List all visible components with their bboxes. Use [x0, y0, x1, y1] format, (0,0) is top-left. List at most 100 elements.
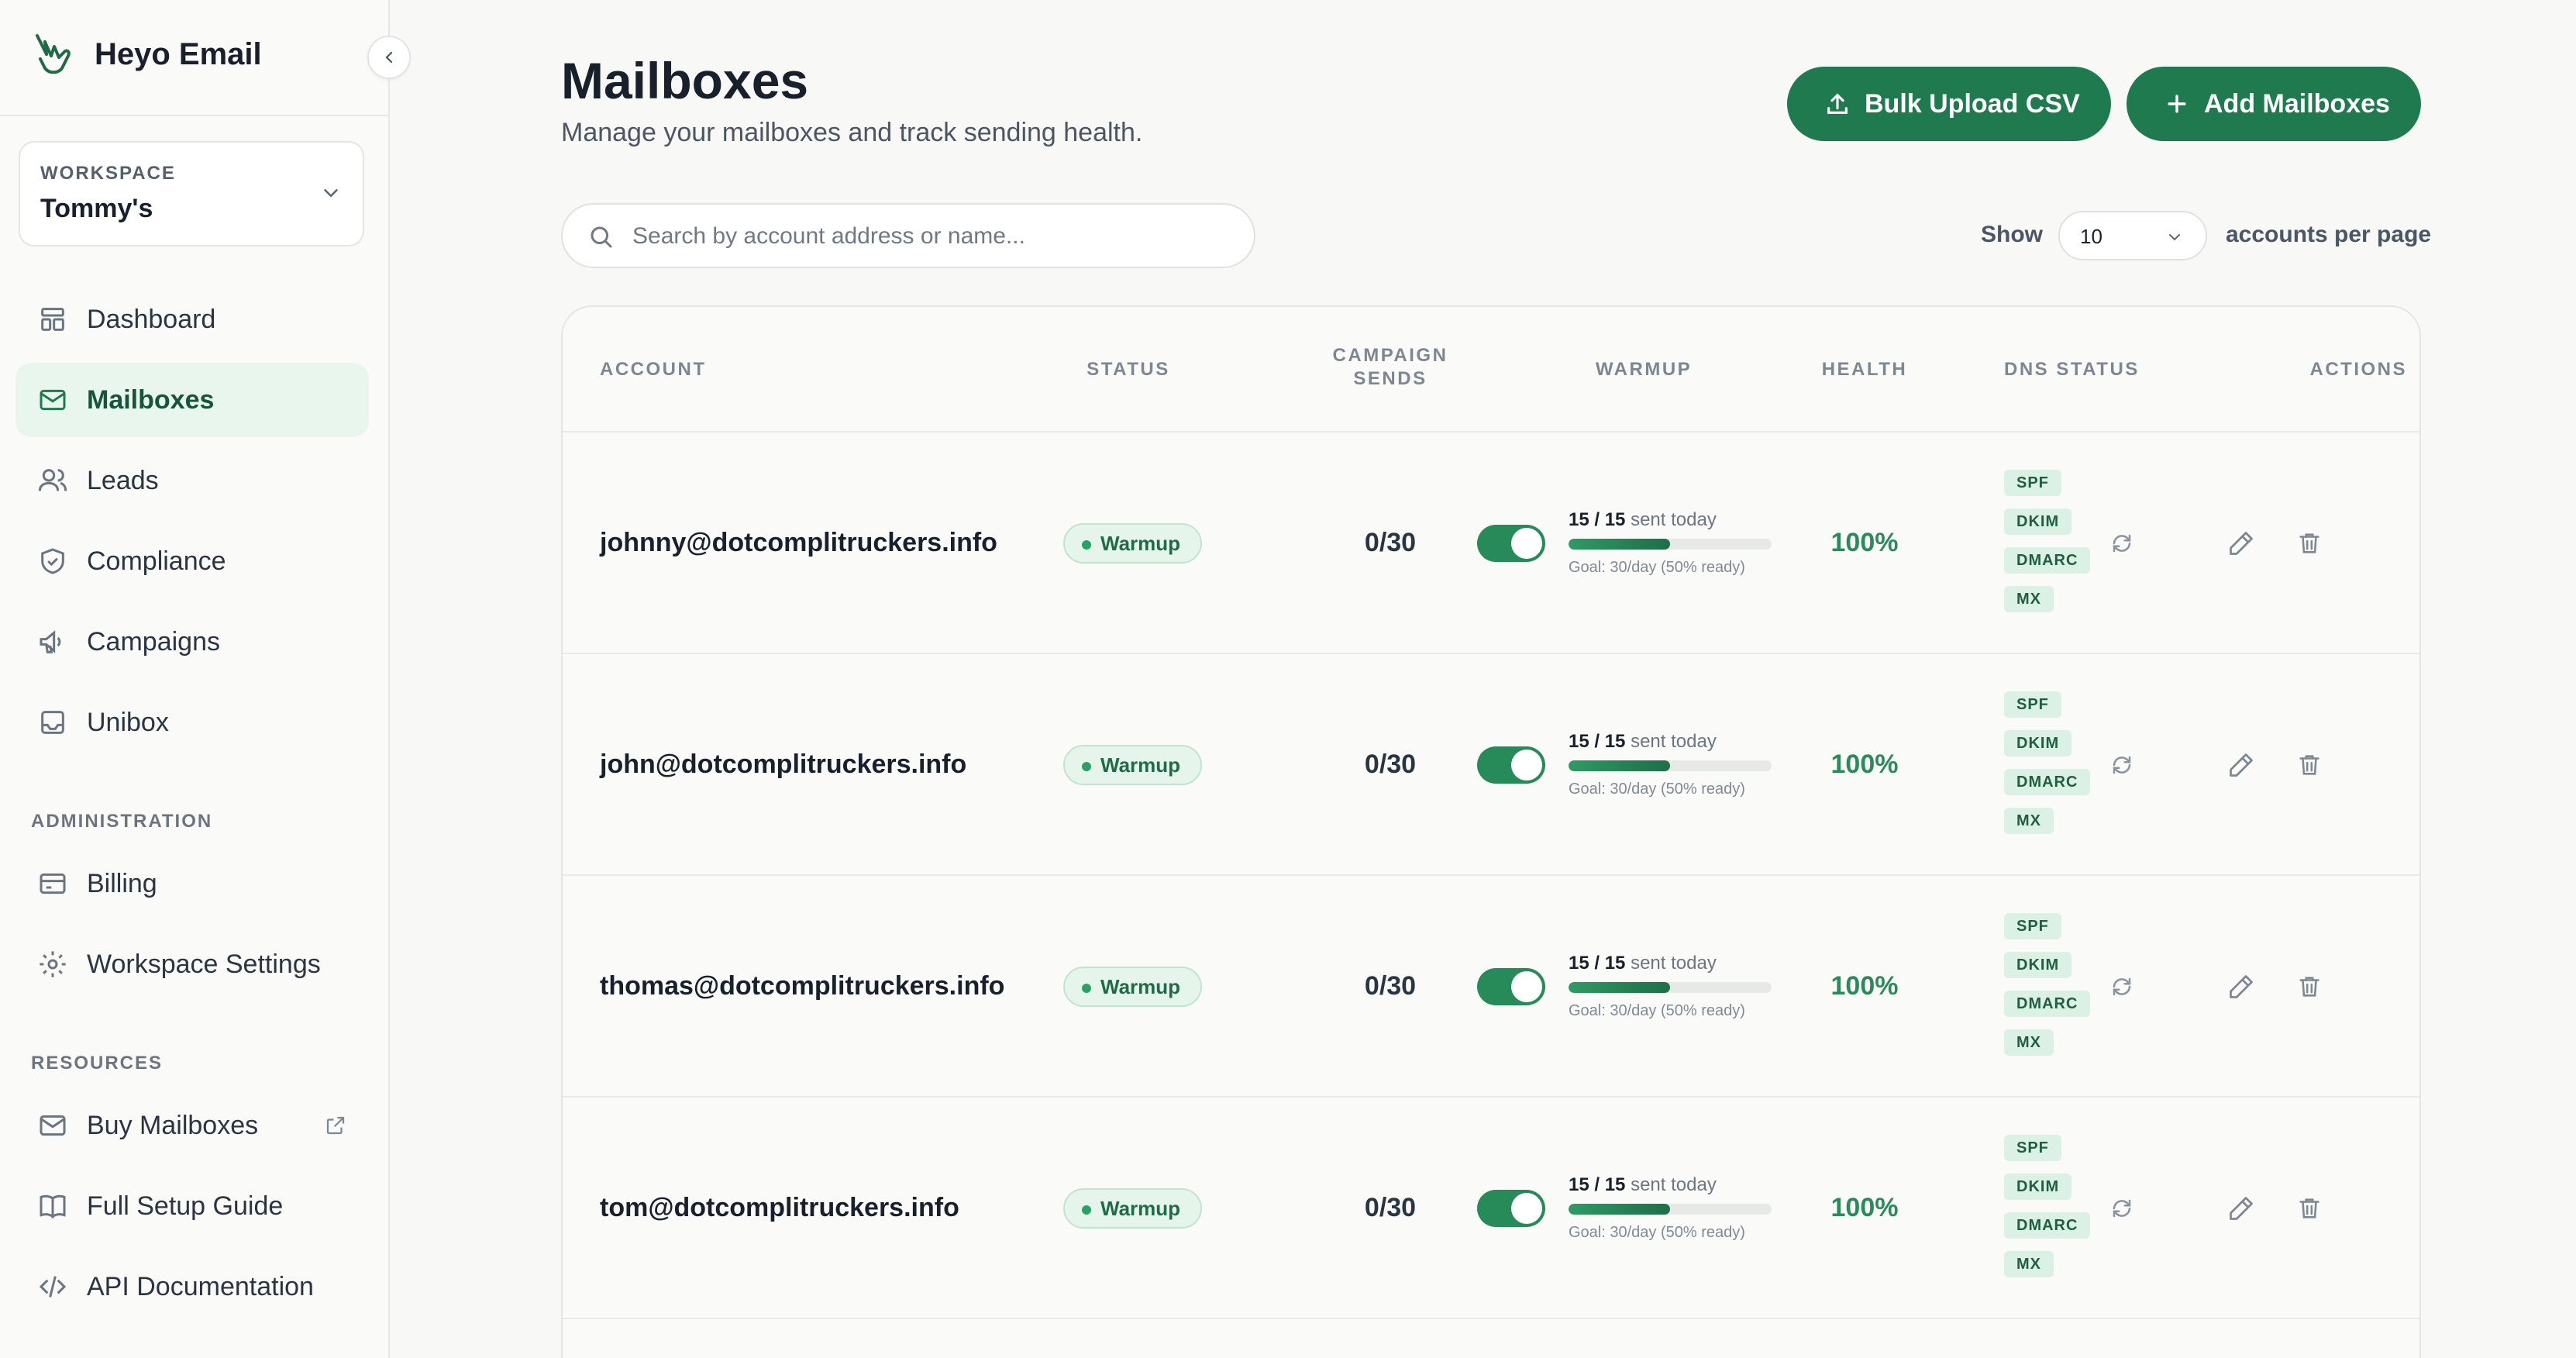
column-header-campaign-sends-line2: SENDS	[1353, 368, 1427, 389]
sidebar-item-mailboxes[interactable]: Mailboxes	[15, 363, 369, 437]
column-header-campaign-sends[interactable]: CAMPAIGN SENDS	[1305, 344, 1476, 391]
warmup-sent-count: 15 / 15	[1569, 509, 1626, 530]
users-icon	[38, 469, 67, 491]
edit-button[interactable]	[2226, 971, 2257, 1002]
sidebar-item-label: Dashboard	[87, 304, 216, 334]
pencil-icon	[2230, 975, 2253, 998]
warmup-sent-suffix: sent today	[1631, 731, 1717, 752]
status-badge: Warmup	[1063, 1188, 1203, 1229]
column-header-dns-status[interactable]: DNS STATUS	[2004, 358, 2140, 381]
warmup-goal-text: Goal: 30/day (50% ready)	[1569, 781, 1745, 798]
per-page-suffix: accounts per page	[2226, 222, 2432, 247]
dns-badge-mx: MX	[2004, 586, 2054, 612]
campaign-sends-value: 0/30	[1364, 528, 1417, 557]
warmup-sent-text: 15 / 15 sent today	[1569, 509, 1717, 531]
warmup-toggle[interactable]	[1477, 746, 1545, 784]
sidebar-item-unibox[interactable]: Unibox	[15, 685, 369, 760]
add-mailboxes-button[interactable]: Add Mailboxes	[2127, 67, 2421, 141]
sidebar-item-campaigns[interactable]: Campaigns	[15, 605, 369, 679]
dns-badge-spf: SPF	[2004, 691, 2061, 718]
warmup-progress-fill	[1569, 760, 1670, 771]
table-row[interactable]: johnny@dotcomplitruckers.info Warmup 0/30 1…	[563, 433, 2419, 654]
sidebar-item-full-setup-guide[interactable]: Full Setup Guide	[15, 1169, 369, 1243]
sidebar: Heyo Email WORKSPACE Tommy's Dashboard M…	[0, 0, 390, 1358]
status-dot	[1082, 1205, 1091, 1215]
pencil-icon	[2230, 532, 2253, 555]
edit-button[interactable]	[2226, 528, 2257, 559]
warmup-toggle[interactable]	[1477, 1190, 1545, 1227]
dns-badge-dkim: DKIM	[2004, 952, 2072, 978]
warmup-toggle[interactable]	[1477, 525, 1545, 562]
collapse-sidebar-button[interactable]	[367, 36, 411, 79]
status-dot	[1082, 984, 1091, 993]
warmup-toggle[interactable]	[1477, 968, 1545, 1005]
credit-card-icon	[40, 873, 66, 894]
search-input[interactable]	[632, 217, 1237, 256]
account-address[interactable]: thomas@dotcomplitruckers.info	[600, 971, 1004, 1001]
column-header-warmup[interactable]: WARMUP	[1547, 358, 1741, 381]
sidebar-item-api-documentation[interactable]: API Documentation	[15, 1249, 369, 1324]
external-link-icon	[326, 1116, 345, 1135]
trash-icon	[2299, 533, 2319, 553]
campaign-sends-value: 0/30	[1364, 1193, 1417, 1222]
health-value: 100%	[1830, 971, 1899, 1001]
column-header-actions: ACTIONS	[2309, 359, 2407, 380]
refresh-icon	[2113, 534, 2131, 553]
warmup-sent-suffix: sent today	[1631, 1174, 1717, 1195]
pencil-icon	[2230, 753, 2253, 777]
dns-badge-mx: MX	[2004, 1251, 2054, 1277]
health-value: 100%	[1830, 750, 1899, 779]
inbox-icon	[41, 711, 64, 734]
delete-button[interactable]	[2294, 750, 2325, 781]
upload-icon	[1827, 93, 1848, 114]
brand[interactable]: Heyo Email	[31, 28, 262, 81]
toggle-knob	[1511, 971, 1542, 1002]
refresh-dns-button[interactable]	[2106, 528, 2137, 559]
delete-button[interactable]	[2294, 1193, 2325, 1224]
table-row[interactable]: thomas@dotcomplitruckers.info Warmup 0/30 1…	[563, 876, 2419, 1098]
refresh-dns-button[interactable]	[2106, 971, 2137, 1002]
campaign-sends-value: 0/30	[1364, 750, 1417, 779]
health-value: 100%	[1830, 528, 1899, 557]
sidebar-item-leads[interactable]: Leads	[15, 443, 369, 518]
column-header-health[interactable]: HEALTH	[1779, 358, 1950, 381]
chevron-down-icon	[2169, 234, 2180, 241]
refresh-icon	[2113, 756, 2131, 774]
sidebar-item-dashboard[interactable]: Dashboard	[15, 282, 369, 357]
trash-icon	[2299, 1198, 2319, 1218]
refresh-dns-button[interactable]	[2106, 750, 2137, 781]
column-header-status[interactable]: STATUS	[1028, 358, 1229, 381]
sidebar-item-compliance[interactable]: Compliance	[15, 524, 369, 598]
sidebar-item-workspace-settings[interactable]: Workspace Settings	[15, 927, 369, 1001]
sidebar-item-buy-mailboxes[interactable]: Buy Mailboxes	[15, 1088, 369, 1163]
page-subtitle: Manage your mailboxes and track sending …	[561, 118, 1143, 147]
table-row[interactable]: tom@dotcomplitruckers.info Warmup 0/30 15 /…	[563, 1098, 2419, 1319]
warmup-progress-bar	[1569, 760, 1772, 771]
status-dot	[1082, 540, 1091, 550]
hand-logo-icon	[36, 34, 71, 74]
trash-icon	[2299, 755, 2319, 775]
megaphone-icon	[40, 630, 61, 653]
campaign-sends-value: 0/30	[1364, 971, 1417, 1001]
edit-button[interactable]	[2226, 1193, 2257, 1224]
warmup-sent-count: 15 / 15	[1569, 953, 1626, 974]
per-page-select[interactable]: 10	[2058, 211, 2207, 260]
account-address[interactable]: john@dotcomplitruckers.info	[600, 750, 966, 780]
bulk-upload-csv-button[interactable]: Bulk Upload CSV	[1787, 67, 2111, 141]
sidebar-item-label: Mailboxes	[87, 384, 215, 415]
column-header-account[interactable]: ACCOUNT	[600, 358, 707, 381]
dns-badge-dmarc: DMARC	[2004, 547, 2091, 574]
refresh-dns-button[interactable]	[2106, 1193, 2137, 1224]
warmup-goal-text: Goal: 30/day (50% ready)	[1569, 1224, 1745, 1241]
sidebar-item-billing[interactable]: Billing	[15, 846, 369, 921]
delete-button[interactable]	[2294, 528, 2325, 559]
warmup-progress-bar	[1569, 539, 1772, 550]
delete-button[interactable]	[2294, 971, 2325, 1002]
edit-button[interactable]	[2226, 750, 2257, 781]
account-address[interactable]: tom@dotcomplitruckers.info	[600, 1193, 959, 1223]
table-row[interactable]: john@dotcomplitruckers.info Warmup 0/30 15 …	[563, 654, 2419, 876]
mailboxes-table: ACCOUNT STATUS CAMPAIGN SENDS WARMUP HEA…	[561, 305, 2421, 1358]
status-badge-label: Warmup	[1100, 753, 1181, 777]
workspace-selector[interactable]: WORKSPACE Tommy's	[19, 141, 364, 246]
account-address[interactable]: johnny@dotcomplitruckers.info	[600, 528, 997, 558]
